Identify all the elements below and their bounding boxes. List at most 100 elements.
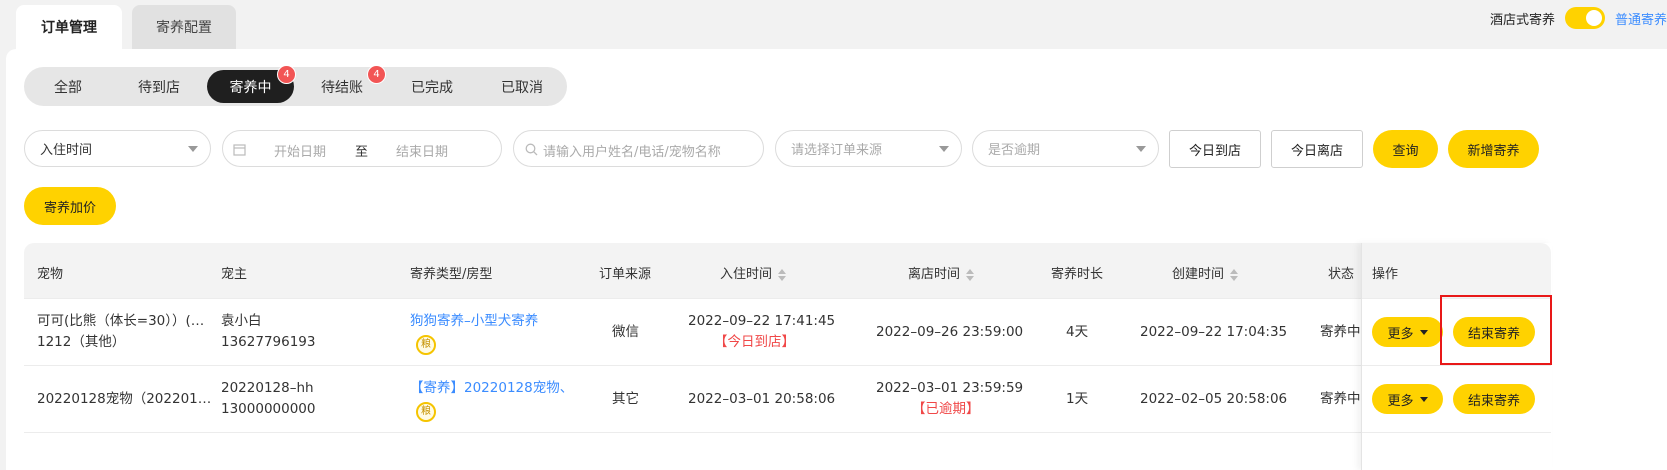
status-tab-label: 全部 [54, 79, 82, 96]
order-source: 其它 [612, 391, 639, 407]
row-divider [24, 298, 1551, 299]
table-header [24, 243, 1551, 298]
button-label: 查询 [1392, 143, 1419, 159]
grain-badge: 粮 [416, 333, 436, 355]
column-header-duration: 寄养时长 [1051, 267, 1104, 282]
query-button[interactable]: 查询 [1373, 130, 1438, 168]
search-input[interactable]: 请输入用户姓名/电话/宠物名称 [513, 130, 764, 167]
status-tab-label: 待结账 [321, 79, 363, 96]
button-label: 结束寄养 [1467, 393, 1520, 409]
boarding-type-link[interactable]: 狗狗寄养–小型犬寄养 [410, 311, 538, 331]
column-header-created[interactable]: 创建时间 [1172, 263, 1239, 282]
toggle-knob [1585, 10, 1602, 26]
owner-phone: 13627796193 [221, 334, 316, 350]
created-time: 2022–02–05 20:58:06 [1140, 391, 1288, 407]
caret-down-icon [1419, 329, 1428, 335]
column-header-checkin[interactable]: 入住时间 [720, 263, 787, 282]
chevron-down-icon [1136, 146, 1146, 152]
grain-badge: 粮 [416, 400, 436, 422]
sort-icon[interactable] [966, 268, 975, 281]
grain-icon: 粮 [416, 402, 436, 422]
owner-name: 20220128–hh [221, 380, 314, 396]
annotation-highlight-box [1440, 295, 1552, 365]
time-type-value: 入住时间 [40, 143, 93, 158]
status-tab-cancelled[interactable]: 已取消 [482, 70, 562, 103]
status-tab-all[interactable]: 全部 [30, 70, 106, 103]
overdue-placeholder: 是否逾期 [988, 143, 1041, 158]
boarding-mode-toggle[interactable] [1564, 7, 1605, 29]
button-label: 更多 [1387, 326, 1414, 342]
boarding-duration: 4天 [1066, 324, 1089, 340]
tab-boarding-config-label: 寄养配置 [156, 20, 212, 36]
column-header-checkout[interactable]: 离店时间 [908, 263, 975, 282]
count-badge: 4 [367, 65, 386, 84]
sort-icon[interactable] [778, 268, 787, 281]
owner-name: 袁小白 [221, 313, 262, 329]
grain-icon: 粮 [416, 335, 436, 355]
today-leave-button[interactable]: 今日离店 [1271, 130, 1363, 168]
created-time: 2022–09–22 17:04:35 [1140, 324, 1288, 340]
pet-name: 20220128宠物（202201… [37, 391, 212, 407]
count-badge: 4 [277, 65, 296, 84]
end-boarding-button[interactable]: 结束寄养 [1453, 384, 1535, 414]
range-separator: 至 [355, 145, 369, 160]
boarding-mode-switch: 酒店式寄养 普通寄养 [1489, 7, 1667, 29]
today-arrive-button[interactable]: 今日到店 [1169, 130, 1261, 168]
checkout-time: 2022–03–01 23:59:59 [876, 380, 1024, 396]
status-tab-completed[interactable]: 已完成 [392, 70, 472, 103]
status-filter-tabs: 全部 待到店 寄养中 4 待结账 4 已完成 已取消 [24, 65, 567, 106]
button-label: 更多 [1387, 393, 1414, 409]
boarding-type-link[interactable]: 【寄养】20220128宠物、 [410, 378, 573, 398]
column-header-status: 状态 [1328, 267, 1355, 282]
normal-boarding-link[interactable]: 普通寄养 [1615, 9, 1667, 28]
status-tab-pending-checkout[interactable]: 待结账 4 [302, 65, 386, 103]
button-label: 今日到店 [1188, 143, 1241, 159]
time-type-select[interactable]: 入住时间 [24, 130, 211, 167]
add-boarding-button[interactable]: 新增寄养 [1448, 130, 1539, 168]
tab-boarding-config[interactable]: 寄养配置 [132, 5, 236, 49]
end-date-input[interactable]: 结束日期 [396, 141, 448, 160]
start-date-input[interactable]: 开始日期 [274, 141, 326, 160]
checkin-time: 2022–03–01 20:58:06 [688, 391, 836, 407]
more-button[interactable]: 更多 [1372, 317, 1443, 347]
boarding-duration: 1天 [1066, 391, 1089, 407]
row-divider [24, 432, 1551, 433]
search-icon [525, 143, 538, 156]
pet-name: 可可(比熊（体长=30））(… [37, 313, 205, 329]
status-tab-label: 寄养中 [229, 79, 272, 96]
hotel-boarding-label: 酒店式寄养 [1489, 12, 1555, 28]
today-arrive-tag: 【今日到店】 [714, 334, 795, 350]
status-tab-pending-arrival[interactable]: 待到店 [118, 70, 200, 103]
column-header-type: 寄养类型/房型 [410, 267, 493, 282]
status-text: 寄养中 [1320, 391, 1361, 407]
chevron-down-icon [939, 146, 949, 152]
more-button[interactable]: 更多 [1372, 384, 1443, 414]
button-label: 今日离店 [1290, 143, 1343, 159]
tab-order-management[interactable]: 订单管理 [16, 5, 122, 49]
tab-order-management-label: 订单管理 [40, 17, 98, 37]
button-label: 寄养加价 [43, 200, 96, 216]
calendar-icon [233, 144, 246, 156]
row-divider [24, 365, 1551, 366]
status-tab-label: 待到店 [138, 79, 180, 96]
chevron-down-icon [188, 146, 198, 152]
checkout-time: 2022–09–26 23:59:00 [876, 324, 1024, 340]
column-header-pet: 宠物 [37, 267, 64, 282]
pet-name-secondary: 1212（其他） [37, 334, 126, 350]
boarding-surcharge-button[interactable]: 寄养加价 [24, 187, 116, 225]
overdue-select[interactable]: 是否逾期 [972, 130, 1159, 167]
owner-phone: 13000000000 [221, 401, 316, 417]
status-tab-boarding[interactable]: 寄养中 4 [207, 65, 296, 103]
order-source-select[interactable]: 请选择订单来源 [775, 130, 962, 167]
status-text: 寄养中 [1320, 324, 1361, 340]
date-range-picker[interactable]: 开始日期 至 结束日期 [222, 130, 502, 167]
search-placeholder: 请输入用户姓名/电话/宠物名称 [543, 145, 721, 160]
caret-down-icon [1419, 396, 1428, 402]
order-source-placeholder: 请选择订单来源 [791, 143, 883, 158]
column-header-owner: 宠主 [221, 267, 248, 282]
order-source: 微信 [612, 324, 639, 340]
overdue-tag: 【已逾期】 [912, 401, 980, 417]
column-header-source: 订单来源 [599, 267, 652, 282]
status-tab-label: 已取消 [501, 79, 543, 96]
sort-icon[interactable] [1230, 268, 1239, 281]
